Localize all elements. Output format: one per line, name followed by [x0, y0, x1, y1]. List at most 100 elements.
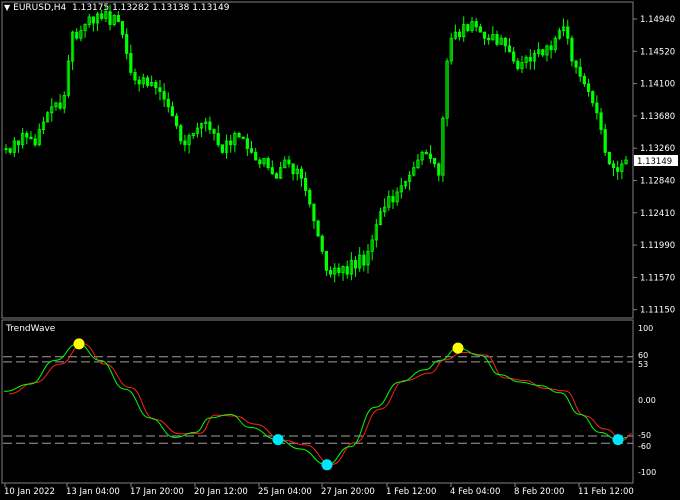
candle-body	[424, 151, 428, 155]
candle-body	[237, 132, 241, 138]
candle-body	[516, 60, 520, 70]
candle-body	[291, 163, 295, 175]
candle-body	[466, 24, 470, 32]
candle-body	[570, 37, 574, 62]
candle-body	[229, 140, 233, 146]
candle-body	[270, 167, 274, 175]
candle-body	[512, 51, 516, 62]
candle-body	[362, 254, 366, 266]
time-tick-label: 4 Feb 04:00	[450, 487, 500, 497]
price-candles	[4, 4, 628, 283]
candle-body	[254, 151, 258, 161]
candle-body	[457, 31, 462, 38]
candle-body	[599, 112, 603, 130]
current-price-label: 1.13149	[637, 157, 672, 167]
candle-body	[133, 72, 137, 81]
candle-body	[487, 37, 491, 41]
time-tick-label: 27 Jan 20:00	[321, 487, 375, 497]
signal-dot	[73, 338, 85, 350]
candle-body	[220, 144, 224, 153]
candle-body	[129, 53, 133, 73]
price-tick-label: 1.14100	[640, 80, 675, 90]
price-tick-label: 1.11150	[640, 306, 675, 316]
candle-body	[154, 81, 158, 89]
candle-body	[616, 167, 620, 172]
candle-body	[208, 121, 212, 130]
time-tick-label: 8 Feb 20:00	[514, 487, 564, 497]
candle-body	[312, 203, 316, 222]
price-tick-label: 1.13680	[640, 112, 675, 122]
candle-body	[16, 140, 21, 146]
candle-body	[175, 115, 179, 127]
candle-body	[58, 102, 62, 109]
candle-body	[437, 163, 441, 176]
candle-body	[566, 26, 570, 39]
candle-body	[91, 16, 95, 24]
chart-canvas[interactable]: 1.14940 1.14520 1.14100 1.13680 1.13260 1.128…	[0, 0, 680, 500]
candle-body	[320, 235, 324, 252]
signal-dot	[452, 342, 464, 354]
candle-body	[212, 129, 216, 134]
candle-body	[495, 34, 499, 45]
time-tick-label: 1 Feb 12:00	[386, 487, 436, 497]
candle-body	[145, 77, 150, 86]
candle-body	[258, 159, 262, 165]
candle-body	[582, 75, 586, 85]
candle-body	[528, 56, 532, 62]
candle-body	[33, 138, 37, 146]
candle-body	[586, 83, 591, 92]
candle-body	[591, 91, 595, 104]
price-tick-label: 1.11990	[640, 241, 675, 251]
time-tick-label: 20 Jan 12:00	[194, 487, 248, 497]
indicator-axis: 100 6053 0.00 -50 -60 -100	[638, 324, 656, 477]
candle-body	[324, 250, 329, 271]
candle-body	[308, 190, 312, 205]
indicator-tick-label: -100	[638, 468, 656, 477]
candle-body	[478, 26, 482, 33]
candle-body	[595, 102, 599, 114]
signal-dot	[321, 459, 333, 471]
indicator-tick-label: 53	[638, 360, 648, 369]
candle-body	[287, 159, 291, 165]
candle-body	[328, 269, 333, 275]
candle-body	[216, 132, 220, 146]
indicator-pane-frame	[1, 319, 634, 484]
indicator-tick-label: -50	[638, 431, 651, 440]
candle-body	[8, 148, 12, 153]
candle-body	[503, 37, 507, 47]
current-price-marker: 1.13149	[634, 155, 678, 167]
candle-body	[29, 136, 33, 140]
candle-body	[299, 168, 304, 179]
candle-body	[549, 45, 553, 51]
indicator-tick-label: 100	[638, 324, 653, 333]
candle-body	[474, 21, 478, 28]
price-tick-label: 1.12840	[640, 177, 675, 187]
candle-body	[611, 163, 616, 169]
candle-body	[303, 177, 308, 191]
time-axis: 10 Jan 2022 13 Jan 04:00 17 Jan 20:00 20 Ja…	[4, 483, 634, 497]
price-tick-label: 1.11570	[640, 273, 675, 283]
candle-body	[137, 79, 141, 85]
candle-body	[245, 138, 249, 149]
candle-body	[183, 140, 187, 146]
signal-dot	[272, 434, 284, 446]
indicator-tick-label: 60	[638, 351, 648, 360]
time-tick-label: 25 Jan 04:00	[258, 487, 312, 497]
price-tick-label: 1.14940	[640, 15, 675, 25]
candle-body	[391, 196, 395, 203]
candle-body	[249, 148, 254, 153]
candle-body	[432, 158, 437, 165]
candle-body	[353, 260, 358, 269]
time-tick-label: 17 Jan 20:00	[130, 487, 184, 497]
candle-body	[116, 15, 120, 22]
price-tick-label: 1.12410	[640, 209, 675, 219]
candle-body	[316, 220, 320, 237]
indicator-levels	[3, 356, 633, 444]
candle-body	[274, 173, 279, 179]
time-tick-label: 11 Feb 12:00	[578, 487, 634, 497]
candle-body	[179, 125, 183, 142]
candle-body	[170, 106, 175, 117]
candle-body	[482, 31, 487, 39]
candle-body	[162, 91, 166, 100]
candle-body	[108, 11, 112, 25]
